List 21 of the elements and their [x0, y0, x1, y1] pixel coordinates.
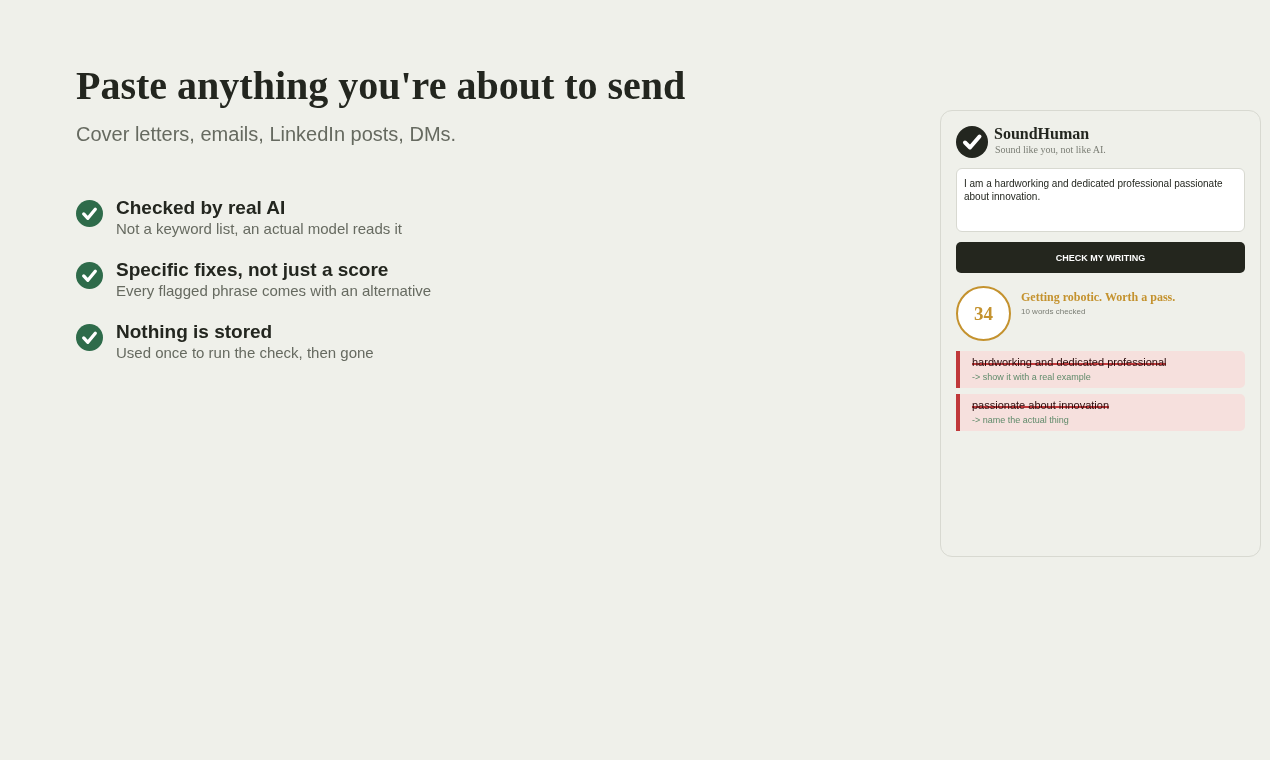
feature-description: Every flagged phrase comes with an alternative	[116, 282, 432, 300]
check-circle-icon	[76, 324, 103, 351]
check-circle-icon	[76, 200, 103, 227]
hero-heading: Paste anything you're about to send	[76, 62, 687, 110]
word-count-text: 10 words checked	[1021, 307, 1087, 316]
checkmark-logo-icon	[956, 126, 988, 158]
score-ring: 34	[956, 286, 1011, 341]
check-circle-icon	[76, 262, 103, 289]
hero-subtitle: Cover letters, emails, LinkedIn posts, DMs.	[76, 122, 458, 146]
feature-title: Checked by real AI	[116, 198, 287, 218]
feature-title: Nothing is stored	[116, 322, 274, 342]
feature-description: Not a keyword list, an actual model reads it	[116, 220, 402, 238]
feature-description: Used once to run the check, then gone	[116, 344, 374, 362]
brand-name: SoundHuman	[994, 125, 1091, 143]
feature-title: Specific fixes, not just a score	[116, 260, 390, 280]
brand-tagline: Sound like you, not like AI.	[995, 143, 1106, 157]
suggestion-text: -> name the actual thing	[972, 414, 1069, 426]
suggestion-text: -> show it with a real example	[972, 371, 1091, 383]
check-writing-button[interactable]: CHECK MY WRITING	[956, 242, 1245, 273]
text-input-field[interactable]: I am a hardworking and dedicated professional passionate about innovation.	[956, 168, 1245, 232]
verdict-text: Getting robotic. Worth a pass.	[1021, 290, 1176, 304]
